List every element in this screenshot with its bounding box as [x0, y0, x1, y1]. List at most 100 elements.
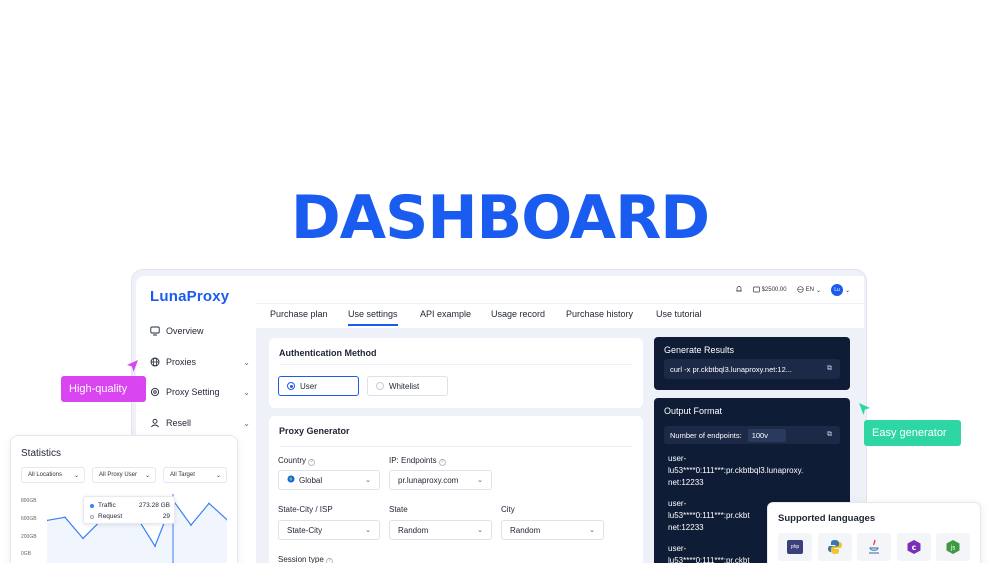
language-selector[interactable]: EN ⌄	[796, 285, 821, 295]
sidebar-item-resell[interactable]: Resell ⌄	[150, 418, 250, 428]
output-line-part: net:12233	[668, 523, 704, 532]
help-icon[interactable]: ?	[438, 459, 446, 466]
copy-icon[interactable]: ⧉	[827, 431, 832, 439]
c-language-label: c	[912, 543, 917, 552]
results-title: Generate Results	[664, 345, 735, 355]
country-select[interactable]: Global ⌄	[278, 470, 380, 490]
tab-bar: Purchase plan Use settings API example U…	[256, 304, 864, 328]
state-city-value: State-City	[287, 525, 323, 535]
user-menu[interactable]: Lu ⌄	[830, 284, 850, 296]
generate-results-panel: Generate Results curl -x pr.ckbtbql3.lun…	[654, 337, 850, 390]
output-line-part: user-	[668, 499, 687, 508]
monitor-icon	[150, 326, 160, 336]
cursor-icon	[127, 360, 138, 372]
filter-target[interactable]: All Target ⌄	[163, 467, 227, 483]
nodejs-icon[interactable]: js	[936, 533, 970, 561]
help-icon[interactable]: ?	[325, 558, 333, 563]
topbar: $2500.00 EN ⌄ Lu ⌄	[256, 276, 864, 304]
help-icon[interactable]: ?	[308, 459, 316, 466]
data-point	[64, 516, 66, 519]
svg-text:js: js	[950, 545, 956, 552]
tab-purchase-plan[interactable]: Purchase plan	[270, 309, 328, 319]
logo: LunaProxy	[150, 288, 230, 305]
filter-proxy-user[interactable]: All Proxy User ⌄	[92, 467, 156, 483]
filter-label: All Proxy User	[99, 472, 138, 478]
state-select[interactable]: Random ⌄	[389, 520, 492, 540]
auth-title: Authentication Method	[279, 348, 377, 358]
user-icon	[150, 418, 160, 428]
sidebar-item-label: Resell	[166, 418, 192, 428]
session-label-text: Session type	[278, 555, 324, 563]
output-line-part: user-	[668, 544, 687, 553]
auth-option-whitelist[interactable]: Whitelist	[367, 376, 448, 396]
wallet-icon	[752, 286, 760, 295]
state-label: State	[389, 505, 408, 514]
hero-title: DASHBOARD	[290, 183, 710, 253]
tab-api-example[interactable]: API example	[420, 309, 471, 319]
filter-locations[interactable]: All Locations ⌄	[21, 467, 85, 483]
state-city-select[interactable]: State-City ⌄	[278, 520, 380, 540]
city-select[interactable]: Random ⌄	[501, 520, 604, 540]
php-label: php	[787, 540, 803, 554]
high-quality-badge: High-quality	[61, 376, 146, 402]
language-value: EN	[805, 287, 814, 293]
tab-use-settings[interactable]: Use settings	[348, 309, 398, 326]
wallet-balance[interactable]: $2500.00	[752, 286, 787, 295]
data-point	[154, 545, 156, 547]
ip-label-text: IP: Endpoints	[389, 456, 437, 465]
c-language-icon[interactable]: c	[897, 533, 931, 561]
output-line-part: lu53****0:111***:pr.ckbtbql3.lunaproxy.	[668, 466, 804, 475]
endpoints-input[interactable]: 100v	[747, 428, 786, 442]
supported-languages-card: Supported languages php c js	[767, 502, 981, 563]
output-line-part: lu53****0:111***:pr.ckbt	[668, 511, 750, 520]
divider	[279, 446, 633, 447]
data-point	[82, 537, 84, 540]
chevron-down-icon: ⌄	[589, 527, 595, 534]
country-label-text: Country	[278, 456, 307, 465]
endpoints-label: Number of endpoints:	[670, 430, 742, 440]
sidebar-item-label: Proxies	[166, 357, 197, 367]
output-title: Output Format	[664, 406, 723, 416]
country-value: Global	[299, 475, 323, 485]
chevron-down-icon: ⌄	[815, 287, 821, 294]
radio-unselected-icon	[376, 382, 384, 390]
chart-tooltip: Traffic 273.28 GB Request 29	[83, 496, 175, 524]
php-icon[interactable]: php	[778, 533, 812, 561]
tab-purchase-history[interactable]: Purchase history	[566, 309, 633, 319]
endpoints-field: Number of endpoints: 100v ⧉	[664, 426, 840, 444]
sidebar-item-overview[interactable]: Overview	[150, 326, 250, 336]
ip-label: IP: Endpoints?	[389, 456, 446, 466]
y-tick-label: 0GB	[21, 551, 32, 557]
sidebar-item-proxies[interactable]: Proxies ⌄	[150, 357, 250, 367]
sidebar-item-proxy-setting[interactable]: Proxy Setting ⌄	[150, 387, 250, 397]
filter-label: All Target	[170, 472, 195, 478]
city-value: Random	[510, 525, 541, 535]
option-label: Whitelist	[389, 381, 420, 391]
chevron-down-icon: ⌄	[243, 387, 250, 397]
auth-option-user[interactable]: User	[278, 376, 359, 396]
java-icon[interactable]	[857, 533, 891, 561]
globe-icon	[287, 475, 295, 485]
copy-icon[interactable]: ⧉	[827, 365, 832, 373]
statistics-card: Statistics All Locations ⌄ All Proxy User…	[10, 435, 238, 563]
dashboard-frame: LunaProxy Overview Proxies ⌄ Proxy Setti…	[131, 269, 867, 563]
chevron-down-icon: ⌄	[144, 472, 150, 479]
ip-endpoint-select[interactable]: pr.lunaproxy.com ⌄	[389, 470, 492, 490]
data-point	[190, 524, 192, 526]
chevron-down-icon: ⌄	[477, 477, 483, 484]
results-command-field[interactable]: curl -x pr.ckbtbql3.lunaproxy.net:12... …	[664, 359, 840, 379]
avatar: Lu	[830, 284, 843, 296]
proxy-generator-card: Proxy Generator Country? Global ⌄ IP: En…	[269, 416, 643, 563]
tooltip-label: Traffic	[98, 502, 116, 509]
tab-use-tutorial[interactable]: Use tutorial	[656, 309, 702, 319]
state-city-label: State-City / ISP	[278, 505, 333, 514]
globe-icon	[150, 357, 160, 367]
bell-icon[interactable]	[735, 285, 743, 295]
session-type-label: Session type?	[278, 555, 333, 563]
tooltip-traffic-row: Traffic 273.28 GB	[90, 502, 170, 509]
chevron-down-icon: ⌄	[243, 418, 250, 428]
python-icon[interactable]	[818, 533, 852, 561]
y-tick-label: 600GB	[21, 516, 37, 522]
sidebar-item-label: Proxy Setting	[166, 387, 220, 397]
tab-usage-record[interactable]: Usage record	[491, 309, 545, 319]
